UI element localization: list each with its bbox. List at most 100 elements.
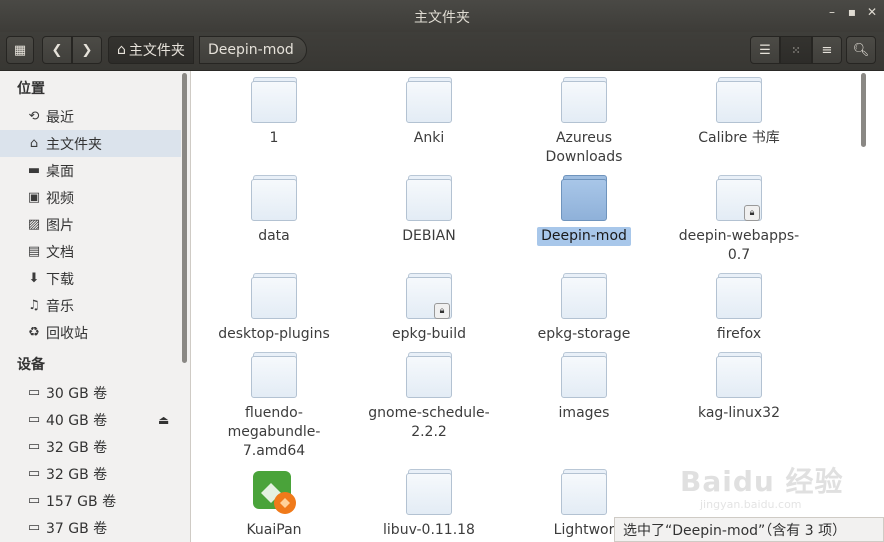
file-name: firefox — [716, 326, 762, 342]
folder-icon — [716, 352, 762, 398]
file-item[interactable]: epkg-storage — [509, 273, 659, 344]
drive-icon: ▭ — [27, 385, 41, 400]
eject-icon[interactable]: ⏏ — [158, 413, 169, 427]
sidebar-item-volume[interactable]: ▭ 32 GB 卷 — [0, 460, 181, 487]
close-icon[interactable]: ✕ — [866, 6, 878, 18]
sidebar-item-label: 视频 — [46, 190, 74, 207]
back-button[interactable]: ❮ — [42, 36, 72, 64]
toolbar: ▦ ❮ ❯ ⌂ 主文件夹 Deepin-mod ☰ ⁙ ≡ 🔍︎ — [0, 32, 884, 71]
file-item[interactable]: images — [509, 352, 659, 423]
sidebar-item-label: 32 GB 卷 — [46, 466, 108, 483]
file-item[interactable]: data — [199, 175, 349, 246]
drive-icon: ▭ — [27, 493, 41, 508]
file-item[interactable]: KuaiPan — [199, 469, 349, 540]
sidebar-item-documents[interactable]: ▤ 文档 — [0, 238, 181, 265]
sidebar-item-label: 下载 — [46, 271, 74, 288]
sidebar-item-label: 最近 — [46, 109, 74, 126]
trash-icon: ♻ — [28, 325, 40, 340]
drive-icon: ▭ — [27, 439, 41, 454]
file-item[interactable]: gnome-schedule-2.2.2 — [354, 352, 504, 442]
file-item[interactable]: Calibre 书库 — [664, 77, 814, 148]
document-icon: ▤ — [27, 244, 41, 259]
places-heading: 位置 — [17, 81, 45, 97]
folder-icon — [716, 77, 762, 123]
sidebar-toggle-button[interactable]: ▦ — [6, 36, 34, 64]
grid-view-button[interactable]: ⁙ — [780, 36, 812, 64]
sidebar-item-pictures[interactable]: ▨ 图片 — [0, 211, 181, 238]
folder-icon — [561, 469, 607, 515]
file-name: images — [558, 405, 610, 421]
breadcrumb-label: Deepin-mod — [208, 42, 294, 58]
breadcrumb-label: 主文件夹 — [128, 43, 185, 59]
sidebar-item-volume[interactable]: ▭ 40 GB 卷 ⏏ — [0, 406, 181, 433]
folder-icon — [406, 77, 452, 123]
file-item[interactable]: libuv-0.11.18 — [354, 469, 504, 540]
maximize-icon[interactable]: ▪ — [846, 6, 858, 18]
sidebar-scrollbar[interactable] — [182, 73, 187, 363]
sidebar-item-trash[interactable]: ♻ 回收站 — [0, 319, 181, 346]
file-item[interactable]: desktop-plugins — [199, 273, 349, 344]
menu-icon: ≡ — [821, 42, 833, 58]
sidebar-item-label: 40 GB 卷 — [46, 412, 108, 429]
sidebar-item-label: 音乐 — [46, 298, 74, 315]
folder-icon — [251, 352, 297, 398]
minimize-icon[interactable]: – — [826, 6, 838, 18]
search-button[interactable]: 🔍︎ — [846, 36, 876, 64]
music-icon: ♫ — [28, 298, 40, 313]
file-grid-scrollbar[interactable] — [861, 73, 866, 147]
sidebar-item-volume[interactable]: ▭ 37 GB 卷 — [0, 514, 181, 541]
file-name: libuv-0.11.18 — [383, 522, 475, 538]
folder-icon — [251, 77, 297, 123]
chevron-left-icon: ❮ — [51, 42, 63, 58]
sidebar-item-recent[interactable]: ⟲ 最近 — [0, 103, 181, 130]
file-item[interactable]: kag-linux32 — [664, 352, 814, 423]
devices-heading: 设备 — [17, 357, 45, 373]
breadcrumb-home[interactable]: ⌂ 主文件夹 — [108, 36, 194, 64]
status-bar: 选中了“Deepin-mod”（含有 3 项） — [614, 517, 884, 542]
file-name: Anki — [413, 130, 445, 146]
sidebar-item-label: 37 GB 卷 — [46, 520, 108, 537]
folder-icon — [251, 175, 297, 221]
file-name: Azureus Downloads — [545, 130, 623, 165]
list-icon: ☰ — [759, 42, 771, 58]
file-item[interactable]: firefox — [664, 273, 814, 344]
sidebar-item-home[interactable]: ⌂ 主文件夹 — [0, 130, 181, 157]
sidebar-item-desktop[interactable]: ▬ 桌面 — [0, 157, 181, 184]
sidebar-item-downloads[interactable]: ⬇ 下载 — [0, 265, 181, 292]
sidebar-item-volume[interactable]: ▭ 30 GB 卷 — [0, 379, 181, 406]
file-item[interactable]: fluendo-megabundle-7.amd64 — [199, 352, 349, 461]
view-options-button[interactable]: ≡ — [812, 36, 842, 64]
file-name: fluendo-megabundle-7.amd64 — [227, 405, 321, 459]
lock-icon: 🔒︎ — [434, 303, 450, 319]
breadcrumb-current[interactable]: Deepin-mod — [199, 36, 307, 64]
folder-icon — [561, 273, 607, 319]
file-item[interactable]: 1 — [199, 77, 349, 148]
folder-icon — [406, 352, 452, 398]
sidebar-item-label: 图片 — [46, 217, 74, 234]
forward-button[interactable]: ❯ — [72, 36, 102, 64]
folder-icon — [406, 175, 452, 221]
sidebar-item-music[interactable]: ♫ 音乐 — [0, 292, 181, 319]
file-item[interactable]: 🔒︎ epkg-build — [354, 273, 504, 344]
sidebar-item-volume[interactable]: ▭ 157 GB 卷 — [0, 487, 181, 514]
file-name: Calibre 书库 — [698, 130, 780, 146]
file-name: KuaiPan — [246, 522, 302, 538]
sidebar-item-volume[interactable]: ▭ 32 GB 卷 — [0, 433, 181, 460]
folder-icon — [406, 469, 452, 515]
picture-icon: ▨ — [27, 217, 41, 232]
list-view-button[interactable]: ☰ — [750, 36, 780, 64]
file-name: Deepin-mod — [537, 227, 631, 246]
folder-icon — [561, 352, 607, 398]
file-item-selected[interactable]: Deepin-mod — [509, 175, 659, 246]
kuaipan-app-icon — [251, 469, 297, 515]
file-item[interactable]: Anki — [354, 77, 504, 148]
title-bar: 主文件夹 – ▪ ✕ — [0, 0, 884, 32]
file-item[interactable]: DEBIAN — [354, 175, 504, 246]
folder-icon — [716, 273, 762, 319]
grid-menu-icon: ▦ — [13, 42, 27, 58]
file-name: 1 — [269, 130, 279, 146]
sidebar-item-videos[interactable]: ▣ 视频 — [0, 184, 181, 211]
file-item[interactable]: Azureus Downloads — [509, 77, 659, 167]
desktop-folder-icon: ▬ — [27, 163, 41, 178]
file-item[interactable]: 🔒︎ deepin-webapps-0.7 — [664, 175, 814, 265]
